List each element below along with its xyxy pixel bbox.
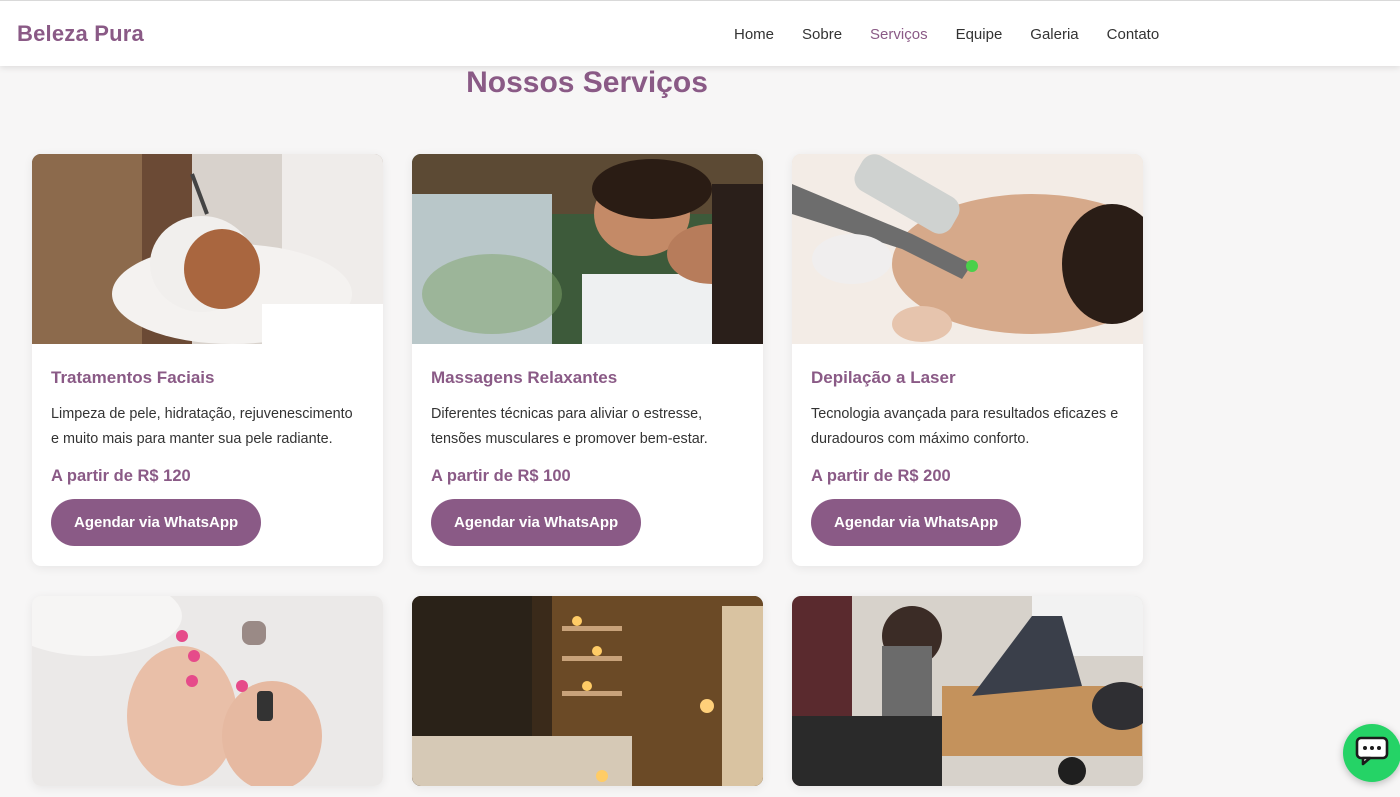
whatsapp-booking-button[interactable]: Agendar via WhatsApp [811,499,1022,546]
nav-galeria[interactable]: Galeria [1030,26,1078,43]
main-nav: Home Sobre Serviços Equipe Galeria Conta… [734,26,1187,43]
service-title: Massagens Relaxantes [431,368,618,387]
site-logo[interactable]: Beleza Pura [17,21,144,47]
service-title: Tratamentos Faciais [51,368,215,387]
service-price: A partir de R$ 120 [51,467,191,485]
service-description: Tecnologia avançada para resultados efic… [811,406,1119,447]
manicure-photo [32,596,383,786]
service-price: A partir de R$ 200 [811,467,951,485]
facial-treatment-photo [32,154,383,344]
service-description: Diferentes técnicas para aliviar o estre… [431,406,708,447]
pilates-photo [792,596,1143,786]
nav-contato[interactable]: Contato [1107,26,1160,43]
nav-servicos[interactable]: Serviços [870,26,928,43]
chat-icon [1355,736,1389,771]
service-card-facial: Tratamentos Faciais Limpeza de pele, hid… [32,154,383,566]
service-card-laser: Depilação a Laser Tecnologia avançada pa… [792,154,1143,566]
service-card-spa [412,596,763,786]
whatsapp-booking-button[interactable]: Agendar via WhatsApp [431,499,642,546]
whatsapp-booking-button[interactable]: Agendar via WhatsApp [51,499,262,546]
service-title: Depilação a Laser [811,368,956,387]
service-card-manicure [32,596,383,786]
nav-sobre[interactable]: Sobre [802,26,842,43]
spa-candles-photo [412,596,763,786]
service-description: Limpeza de pele, hidratação, rejuvenesci… [51,406,353,447]
nav-equipe[interactable]: Equipe [956,26,1003,43]
laser-hair-removal-photo [792,154,1143,344]
whatsapp-float-button[interactable] [1343,724,1400,782]
nav-home[interactable]: Home [734,26,774,43]
relaxing-massage-photo [412,154,763,344]
service-card-massage: Massagens Relaxantes Diferentes técnicas… [412,154,763,566]
service-price: A partir de R$ 100 [431,467,571,485]
site-header: Beleza Pura Home Sobre Serviços Equipe G… [0,0,1400,66]
section-title: Nossos Serviços [466,66,708,99]
service-card-pilates [792,596,1143,786]
